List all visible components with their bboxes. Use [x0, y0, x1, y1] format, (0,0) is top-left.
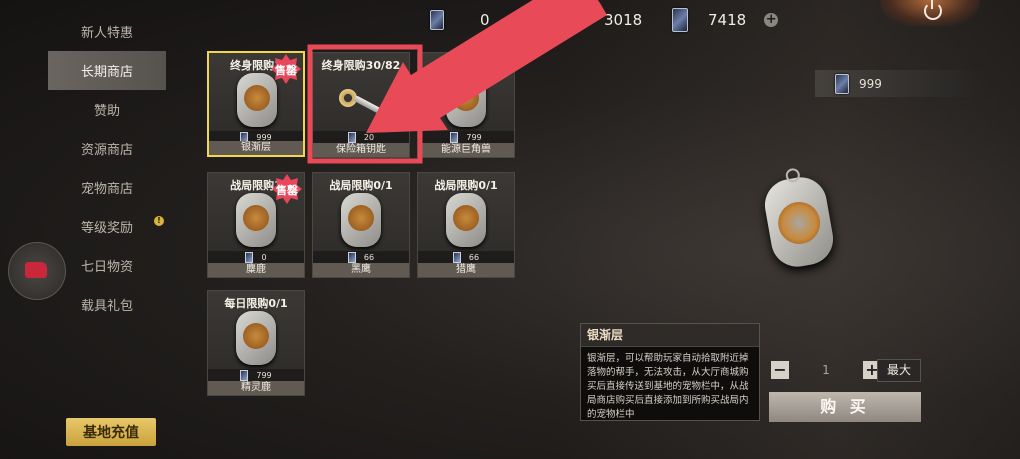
purchase-limit: 战局限购0/1 [434, 179, 498, 192]
sidebar-item-newbie[interactable]: 新人特惠 [48, 12, 166, 51]
sidebar-item-sponsor[interactable]: 赞助 [48, 90, 166, 129]
sidebar-item-longterm-shop[interactable]: 长期商店 [48, 51, 166, 90]
price-value: 799 [466, 132, 482, 142]
price-row: 66 [418, 251, 514, 263]
sidebar-item-label: 赞助 [93, 104, 120, 119]
shop-item-elk[interactable]: 战局限购1 0 麋鹿 售罄 [207, 172, 305, 278]
decrease-button[interactable]: − [771, 361, 789, 379]
power-button[interactable] [880, 0, 980, 26]
shop-item-black-eagle[interactable]: 战局限购0/1 66 黑鹰 [312, 172, 410, 278]
shop-item-spirit-deer[interactable]: 每日限购0/1 799 精灵鹿 [207, 290, 305, 396]
price-row: 66 [313, 251, 409, 263]
dog-tag-icon [446, 73, 486, 127]
sold-out-badge: 售罄 [272, 174, 302, 204]
card-icon [450, 131, 459, 143]
currency-a-value: 0 [480, 11, 490, 29]
sold-out-label: 售罄 [276, 184, 298, 197]
sidebar-item-label: 宠物商店 [80, 182, 133, 197]
dog-tag-icon [446, 193, 486, 247]
sidebar-item-label: 长期商店 [80, 65, 133, 80]
key-icon [337, 81, 385, 117]
add-currency-c-button[interactable]: + [764, 13, 779, 27]
item-name: 麋鹿 [208, 263, 304, 277]
sold-out-label: 售罄 [275, 64, 297, 77]
purchase-limit: 终身限购30/82 [321, 59, 401, 72]
gift-icon [25, 262, 47, 278]
sidebar-item-label: 载具礼包 [80, 299, 133, 314]
sidebar-item-resource-shop[interactable]: 资源商店 [48, 129, 166, 168]
sidebar-item-label: 资源商店 [80, 143, 133, 158]
price-value: 66 [468, 252, 480, 262]
sidebar-item-seven-day[interactable]: 七日物资 [48, 246, 166, 285]
price-row: 799 [418, 131, 514, 143]
purchase-limit: 每日限购0/1 [224, 297, 288, 310]
quantity-stepper: − 1 + [771, 360, 881, 380]
shop-item-silver-cat[interactable]: 终身限购1 999 银渐层 售罄 [207, 51, 305, 157]
sidebar-item-label: 七日物资 [80, 260, 133, 275]
sidebar-item-level-rewards[interactable]: 等级奖励! [48, 207, 166, 246]
currency-b-value: 3018 [604, 11, 643, 29]
quantity-input[interactable]: 1 [789, 360, 863, 380]
item-description: 银渐层，可以帮助玩家自动拾取附近掉落物的帮手，无法攻击，从大厅商城购买后直接传送… [587, 353, 749, 420]
price-value: 66 [363, 252, 375, 262]
owned-value: 999 [859, 76, 882, 91]
currency-b: 3018 [604, 8, 642, 32]
dog-tag-icon [236, 311, 276, 365]
sidebar-item-label: 新人特惠 [80, 26, 133, 41]
price-value: 0 [261, 252, 267, 262]
currency-c-value: 7418 [708, 11, 747, 29]
floating-menu-button[interactable] [8, 242, 66, 300]
currency-a: 0 + [430, 8, 536, 32]
item-name: 保险箱钥匙 [313, 143, 409, 157]
card-icon [672, 8, 688, 32]
item-name: 能源巨角兽 [418, 143, 514, 157]
purchase-limit: 限购 [486, 59, 508, 72]
price-row: 20 [313, 131, 409, 143]
base-recharge-button[interactable]: 基地充值 [66, 418, 156, 446]
shop-item-falcon[interactable]: 战局限购0/1 66 猎鹰 [417, 172, 515, 278]
item-name: 黑鹰 [313, 263, 409, 277]
price-row: 0 [208, 251, 304, 263]
buy-button[interactable]: 购 买 [769, 392, 921, 422]
dog-tag-icon [236, 193, 276, 247]
price-row: 799 [208, 369, 304, 381]
sold-out-badge: 售罄 [271, 54, 301, 84]
card-icon [347, 131, 356, 143]
card-icon [347, 251, 356, 263]
card-icon [835, 73, 849, 94]
item-description-panel: 银渐层 银渐层，可以帮助玩家自动拾取附近掉落物的帮手，无法攻击，从大厅商城购买后… [580, 323, 760, 421]
card-icon [245, 251, 254, 263]
item-name: 精灵鹿 [208, 381, 304, 395]
alert-badge: ! [154, 216, 164, 226]
power-icon [924, 2, 942, 20]
item-name: 猎鹰 [418, 263, 514, 277]
currency-c: 7418 + [672, 8, 779, 32]
shop-item-safe-key[interactable]: 终身限购30/82 20 保险箱钥匙 [312, 52, 410, 158]
card-icon [240, 369, 249, 381]
card-icon [430, 10, 444, 30]
sidebar-item-vehicle-pack[interactable]: 载具礼包 [48, 285, 166, 324]
owned-count: 999 [815, 70, 975, 97]
sidebar: 新人特惠 长期商店 赞助 资源商店 宠物商店 等级奖励! 七日物资 载具礼包 [48, 12, 166, 324]
item-title: 银渐层 [581, 324, 759, 347]
sidebar-item-label: 等级奖励 [80, 221, 133, 236]
sidebar-item-pet-shop[interactable]: 宠物商店 [48, 168, 166, 207]
add-currency-a-button[interactable]: + [521, 13, 536, 27]
shop-item-energy-beast[interactable]: 限购 799 能源巨角兽 [417, 52, 515, 158]
purchase-limit: 战局限购0/1 [329, 179, 393, 192]
dog-tag-icon [341, 193, 381, 247]
max-button[interactable]: 最大 [877, 359, 921, 382]
card-icon [452, 251, 461, 263]
item-name: 银渐层 [209, 141, 303, 155]
price-value: 20 [363, 132, 375, 142]
price-value: 799 [256, 370, 272, 380]
